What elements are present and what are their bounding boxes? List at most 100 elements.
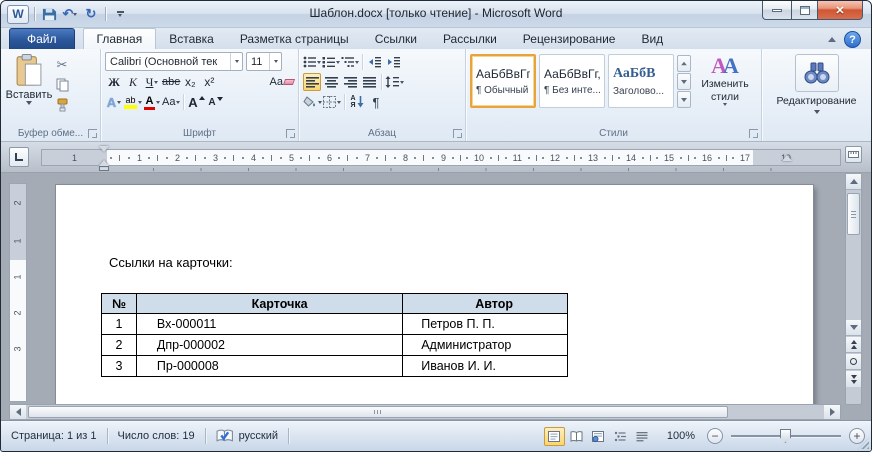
table-cell[interactable]: Вх-000011 [136,314,402,335]
draft-view-button[interactable] [632,427,653,446]
cut-button[interactable]: ✂ [53,56,71,74]
hanging-indent-marker[interactable] [99,160,109,171]
next-page-button[interactable] [846,371,861,387]
clipboard-dialog-launcher[interactable] [88,129,97,138]
indent-markers[interactable] [99,146,113,152]
help-button[interactable]: ? [844,31,861,48]
style-no-spacing[interactable]: АаБбВвГг, ¶ Без инте... [539,54,605,108]
right-indent-marker[interactable] [782,155,792,161]
line-spacing-button[interactable] [385,73,404,91]
paste-button[interactable]: Вставить [5,52,53,125]
horizontal-scroll-thumb[interactable] [28,406,728,418]
select-browse-object-button[interactable] [846,354,861,370]
increase-indent-button[interactable] [385,53,403,71]
scroll-down-button[interactable] [846,320,861,336]
table-cell[interactable]: Иванов И. И. [403,356,568,377]
change-case-button[interactable]: Aa [162,93,180,111]
scroll-up-button[interactable] [846,174,861,190]
find-button[interactable] [795,54,839,92]
table-cell[interactable]: 2 [102,335,137,356]
decrease-indent-button[interactable] [366,53,384,71]
minimize-ribbon-button[interactable] [828,37,836,42]
table-cell[interactable]: Дпр-000002 [136,335,402,356]
subscript-button[interactable]: x₂ [181,73,199,91]
superscript-button[interactable]: x² [200,73,218,91]
zoom-level-indicator[interactable]: 100% [667,430,695,442]
proofing-language-indicator[interactable]: русский [206,421,288,451]
tab-references[interactable]: Ссылки [362,29,430,49]
change-styles-button[interactable]: AA Изменить стили [694,54,756,106]
font-size-combobox[interactable]: 11 [246,52,282,71]
bullets-button[interactable] [303,53,321,71]
numbering-button[interactable] [322,53,340,71]
horizontal-scrollbar[interactable] [9,404,841,420]
tab-view[interactable]: Вид [628,29,676,49]
align-left-button[interactable] [303,73,321,91]
document-page[interactable]: Ссылки на карточки: № Карточка Автор 1 В… [56,185,813,405]
bold-button[interactable]: Ж [105,73,123,91]
styles-scroll-down-button[interactable] [677,73,691,90]
first-line-indent-marker[interactable] [99,146,109,152]
font-color-button[interactable]: A [143,93,161,111]
justify-button[interactable] [360,73,378,91]
tab-home[interactable]: Главная [83,28,157,49]
tab-mailings[interactable]: Рассылки [430,29,510,49]
font-dialog-launcher[interactable] [286,129,295,138]
grow-font-button[interactable]: A [187,93,205,111]
vertical-ruler[interactable]: 21 123 [9,183,27,402]
italic-button[interactable]: К [124,73,142,91]
format-painter-button[interactable] [53,96,71,114]
web-layout-view-button[interactable] [588,427,609,446]
align-center-button[interactable] [322,73,340,91]
tab-selector-button[interactable] [9,147,29,167]
scroll-left-button[interactable] [10,405,26,419]
borders-button[interactable] [323,93,341,111]
zoom-slider-thumb[interactable] [780,429,791,443]
clear-formatting-button[interactable]: Aa [270,73,294,91]
align-right-button[interactable] [341,73,359,91]
view-ruler-toggle-button[interactable] [845,146,862,163]
outline-view-button[interactable] [610,427,631,446]
tab-file[interactable]: Файл [9,28,75,49]
titlebar[interactable]: W ↶ ↻ Шаблон.docx [только чтение] - Micr… [1,1,871,28]
horizontal-ruler[interactable]: 1 1234567891011121314151617 19 [41,149,841,166]
shading-button[interactable] [303,93,322,111]
print-layout-view-button[interactable] [544,427,565,446]
show-formatting-marks-button[interactable]: ¶ [367,93,385,111]
tab-page-layout[interactable]: Разметка страницы [227,29,362,49]
previous-page-button[interactable] [846,337,861,353]
underline-button[interactable]: Ч [143,73,161,91]
text-effects-button[interactable]: A [105,93,123,111]
table-cell[interactable]: Пр-000008 [136,356,402,377]
table-cell[interactable]: 1 [102,314,137,335]
editing-group[interactable]: Редактирование [762,49,871,141]
style-heading1[interactable]: АаБбВ Заголово... [608,54,674,108]
table-cell[interactable]: Администратор [403,335,568,356]
page-number-indicator[interactable]: Страница: 1 из 1 [1,421,107,451]
table-header-cell[interactable]: № [102,294,137,314]
table-header-cell[interactable]: Автор [403,294,568,314]
paragraph-dialog-launcher[interactable] [453,129,462,138]
minimize-button[interactable] [762,1,791,20]
close-button[interactable]: ✕ [818,1,863,20]
sort-button[interactable]: АЯ [348,93,366,111]
copy-button[interactable] [53,76,71,94]
strikethrough-button[interactable]: abe [162,73,180,91]
font-name-combobox[interactable]: Calibri (Основной тек [105,52,243,71]
shrink-font-button[interactable]: A [206,93,224,111]
style-normal[interactable]: АаБбВвГг, ¶ Обычный [470,54,536,108]
multilevel-list-button[interactable] [341,53,359,71]
styles-scroll-up-button[interactable] [677,55,691,72]
tab-insert[interactable]: Вставка [156,29,227,49]
zoom-out-button[interactable]: − [707,428,723,444]
table-header-cell[interactable]: Карточка [136,294,402,314]
maximize-button[interactable] [791,1,818,20]
fullscreen-reading-view-button[interactable] [566,427,587,446]
vertical-scrollbar[interactable] [845,173,862,405]
vertical-scroll-thumb[interactable] [847,193,860,235]
styles-dialog-launcher[interactable] [749,129,758,138]
table-cell[interactable]: 3 [102,356,137,377]
styles-gallery-more-button[interactable] [677,91,691,108]
zoom-in-button[interactable]: + [849,428,865,444]
text-highlight-button[interactable]: ab [124,93,142,111]
